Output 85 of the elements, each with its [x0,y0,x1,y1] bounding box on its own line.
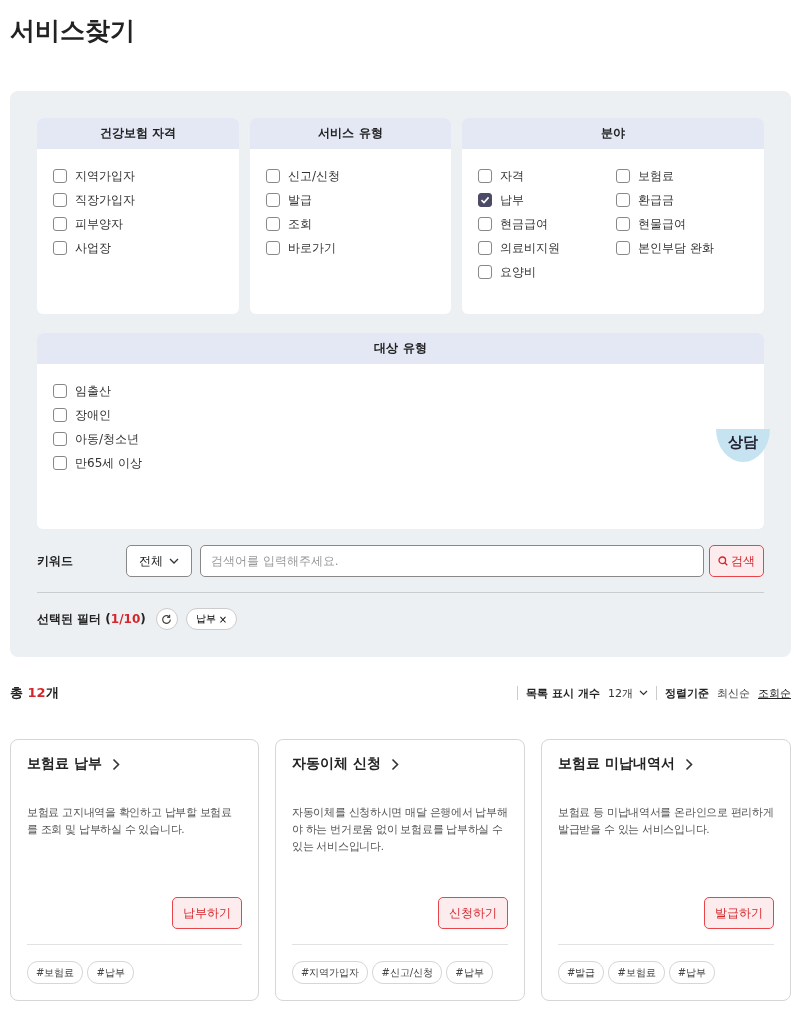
selected-filters-label: 선택된 필터 (1/10) [37,610,146,628]
chevron-down-icon [169,558,179,564]
checkbox[interactable] [53,169,67,183]
checkbox[interactable] [616,217,630,231]
action-button[interactable]: 납부하기 [172,897,242,929]
page-title: 서비스찾기 [10,15,136,47]
action-button[interactable]: 발급하기 [704,897,774,929]
checkbox-label[interactable]: 지역가입자 [75,167,135,185]
checkbox-label[interactable]: 사업장 [75,239,111,257]
hashtag[interactable]: #납부 [446,961,493,984]
checkbox-label[interactable]: 납부 [500,191,524,209]
checkbox[interactable] [266,217,280,231]
checkbox-label[interactable]: 아동/청소년 [75,430,140,448]
checkbox[interactable] [53,432,67,446]
hashtag[interactable]: #납부 [87,961,134,984]
checkbox[interactable] [266,241,280,255]
filter-group-header: 분야 [462,118,764,149]
search-icon [718,556,728,566]
card-description: 자동이체를 신청하시면 매달 은행에서 납부해야 하는 번거로움 없이 보험료를 납부하실 수 있는 서비스입니다. [292,805,508,854]
checkbox[interactable] [478,265,492,279]
action-button[interactable]: 신청하기 [438,897,508,929]
hashtag[interactable]: #보험료 [27,961,84,984]
checkbox-label[interactable]: 환급금 [638,191,674,209]
keyword-label: 키워드 [37,552,74,570]
checkbox[interactable] [478,193,492,207]
checkbox-label[interactable]: 본인부담 완화 [638,239,714,257]
hashtag[interactable]: #납부 [668,961,716,984]
chevron-right-icon[interactable] [111,757,120,771]
search-button[interactable]: 검색 [709,545,764,577]
checkbox[interactable] [478,217,492,231]
reset-button[interactable] [155,608,178,630]
checkbox-label[interactable]: 보험료 [638,167,674,185]
filter-group-header: 대상 유형 [37,333,764,364]
page-size-dropdown[interactable]: 12개 [608,685,648,701]
hashtag[interactable]: #보험료 [608,961,665,984]
checkbox-label[interactable]: 바로가기 [288,239,336,257]
card-title[interactable]: 자동이체 신청 [292,755,381,773]
checkbox[interactable] [266,169,280,183]
filter-group-header: 서비스 유형 [250,118,451,149]
total-count: 총 12개 [10,684,59,702]
chevron-right-icon[interactable] [684,757,693,771]
sort-option[interactable]: 최신순 [717,685,750,701]
checkbox[interactable] [53,456,67,470]
chevron-right-icon[interactable] [390,757,399,771]
search-field[interactable]: 검색어를 입력해주세요. [200,545,704,577]
checkbox[interactable] [53,217,67,231]
hashtag[interactable]: #지역가입자 [292,961,369,984]
checkbox-label[interactable]: 피부양자 [75,215,123,233]
filter-chip[interactable]: 납부 × [185,608,238,630]
checkbox-label[interactable]: 임출산 [75,382,111,400]
checkbox[interactable] [616,169,630,183]
checkbox-label[interactable]: 직장가입자 [75,191,135,209]
check-icon [480,195,490,205]
checkbox-label[interactable]: 만65세 이상 [75,454,143,472]
card-title[interactable]: 보험료 납부 [27,755,102,773]
card-description: 보험료 고지내역을 확인하고 납부할 보험료를 조회 및 납부하실 수 있습니다. [27,805,233,837]
checkbox-label[interactable]: 장애인 [75,406,111,424]
chevron-down-icon [639,690,648,696]
checkbox[interactable] [53,193,67,207]
filter-group-header: 건강보험 자격 [37,118,239,149]
hashtag[interactable]: #발급 [558,961,605,984]
checkbox[interactable] [53,384,67,398]
checkbox[interactable] [53,241,67,255]
sort-option[interactable]: 조회순 [758,685,791,701]
refresh-icon [161,613,173,625]
checkbox-label[interactable]: 요양비 [500,263,536,281]
checkbox-label[interactable]: 발급 [288,191,312,209]
checkbox[interactable] [53,408,67,422]
card-description: 보험료 등 미납내역서를 온라인으로 편리하게 발급받을 수 있는 서비스입니다. [558,805,774,837]
checkbox[interactable] [616,193,630,207]
checkbox[interactable] [616,241,630,255]
sort-label: 정렬기준 [665,685,709,701]
checkbox-label[interactable]: 신고/신청 [288,167,341,185]
page-size-label: 목록 표시 개수 [526,685,600,701]
hashtag[interactable]: #신고/신청 [372,961,443,984]
checkbox-label[interactable]: 의료비지원 [500,239,560,257]
checkbox[interactable] [266,193,280,207]
checkbox-label[interactable]: 조회 [288,215,312,233]
card-title[interactable]: 보험료 미납내역서 [558,755,675,773]
checkbox-label[interactable]: 현금급여 [500,215,548,233]
checkbox[interactable] [478,241,492,255]
checkbox-label[interactable]: 현물급여 [638,215,686,233]
checkbox-label[interactable]: 자격 [500,167,524,185]
checkbox[interactable] [478,169,492,183]
scope-dropdown[interactable]: 전체 [126,545,192,577]
